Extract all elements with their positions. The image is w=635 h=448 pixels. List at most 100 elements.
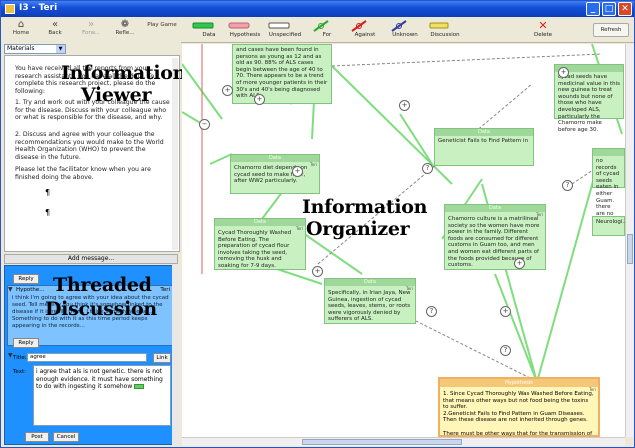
data-note[interactable]: Neurologi...: [592, 216, 625, 236]
forward-button[interactable]: » Forw...: [77, 19, 105, 41]
against-button[interactable]: Against: [347, 20, 383, 42]
back-label: Back: [48, 30, 62, 36]
message-type: Hypothe...: [16, 287, 45, 293]
reflect-icon: ❁: [120, 19, 130, 30]
back-icon: «: [51, 19, 59, 30]
collapse-arrow-icon[interactable]: ▼: [8, 352, 13, 359]
data-note[interactable]: no records of cycad seeds eaten in eithe…: [592, 148, 625, 237]
reply-button[interactable]: Reply: [13, 274, 39, 284]
unknown-button[interactable]: Unknown: [387, 20, 423, 42]
minimize-button[interactable]: _: [586, 2, 600, 16]
for-button[interactable]: For: [309, 20, 345, 42]
data-note[interactable]: and cases have been found in persons as …: [232, 44, 332, 104]
scroll-thumb[interactable]: [627, 234, 633, 264]
maximize-button[interactable]: □: [602, 2, 616, 16]
unknown-icon: [391, 20, 407, 32]
data-note[interactable]: Data Geneticist Fails to Find Pattern in: [434, 128, 534, 166]
discussion-overlay-label: Discussion: [45, 298, 157, 320]
note-text: Chamorro culture is a matrilineal societ…: [448, 216, 540, 269]
unknown-link-node[interactable]: ?: [562, 180, 573, 191]
hypothesis-author: Teri: [589, 387, 596, 392]
expand-arrow-icon[interactable]: ▼: [8, 286, 13, 293]
for-link-node[interactable]: +: [292, 166, 303, 177]
navigation-toolbar: ⌂ Home « Back » Forw... ❁ Refle... Play …: [3, 18, 179, 43]
message-textarea[interactable]: i agree that als is not genetic. there i…: [33, 365, 171, 426]
paragraph-mark-icon: ¶: [45, 208, 51, 217]
message-author: Teri: [160, 287, 170, 293]
against-link-node[interactable]: −: [199, 119, 210, 130]
data-icon: [192, 22, 214, 29]
paragraph-mark-icon: ¶: [45, 188, 51, 197]
home-button[interactable]: ⌂ Home: [7, 19, 35, 41]
unspecified-label: Unspecified: [268, 32, 302, 38]
post-button[interactable]: Post: [25, 432, 49, 442]
viewer-paragraph-3: 2. Discuss and agree with your colleague…: [15, 131, 164, 161]
app-icon: [5, 4, 15, 14]
unknown-link-node[interactable]: ?: [500, 345, 511, 356]
link-button[interactable]: Link: [153, 353, 171, 363]
data-note-cycad[interactable]: Data Teri Chamorro diet depends on cycad…: [230, 154, 320, 194]
title-bar[interactable]: I3 - Teri _ □ ✕: [1, 1, 634, 17]
discussion-button[interactable]: Discussion: [427, 20, 463, 42]
for-link-node[interactable]: +: [222, 85, 233, 96]
text-label: Text:: [13, 369, 26, 375]
window-title: I3 - Teri: [19, 3, 58, 13]
organizer-overlay-label: Organizer: [306, 218, 410, 240]
chevron-down-icon[interactable]: ▼: [56, 45, 65, 53]
data-label: Data: [202, 32, 216, 38]
reflect-button[interactable]: ❁ Refle...: [111, 19, 139, 41]
data-button[interactable]: Data: [191, 20, 227, 42]
note-author: Teri: [296, 226, 303, 231]
note-header: Data: [215, 219, 305, 226]
data-note-washed[interactable]: Data Teri Cycad Thoroughly Washed Before…: [214, 218, 306, 270]
reply-button-2[interactable]: Reply: [13, 338, 39, 348]
forward-icon: »: [87, 19, 95, 30]
scroll-thumb[interactable]: [302, 439, 462, 445]
close-button[interactable]: ✕: [618, 2, 632, 16]
add-message-button[interactable]: Add message...: [4, 254, 178, 264]
refresh-button[interactable]: Refresh: [593, 23, 629, 37]
for-icon: [313, 20, 329, 32]
for-link-node[interactable]: +: [254, 94, 265, 105]
information-viewer-overlay-label: Information Viewer: [61, 62, 187, 106]
forward-label: Forw...: [82, 30, 100, 36]
cancel-button[interactable]: Cancel: [53, 432, 79, 442]
unspecified-button[interactable]: Unspecified: [267, 20, 303, 42]
canvas-horizontal-scrollbar[interactable]: [182, 437, 625, 446]
information-organizer-canvas[interactable]: and cases have been found in persons as …: [182, 44, 625, 437]
title-input[interactable]: agree: [27, 353, 147, 362]
hypothesis-text: 1. Since Cycad Thoroughly Was Washed Bef…: [443, 391, 594, 437]
against-label: Against: [354, 32, 376, 38]
play-game-label: Play Game: [147, 22, 177, 28]
hypothesis-button[interactable]: Hypothesis: [227, 20, 263, 42]
note-header: Data: [435, 129, 533, 136]
note-header: Data: [231, 155, 319, 162]
materials-value: Materials: [7, 45, 35, 52]
materials-dropdown[interactable]: Materials ▼: [4, 44, 66, 54]
back-button[interactable]: « Back: [41, 19, 69, 41]
delete-button[interactable]: ✕ Delete: [525, 20, 561, 42]
for-link-node[interactable]: +: [514, 258, 525, 269]
app-window: I3 - Teri _ □ ✕ ⌂ Home « Back » Forw... …: [0, 0, 635, 448]
hypothesis-note[interactable]: Hypothesis Teri 1. Since Cycad Thoroughl…: [438, 377, 600, 437]
viewer-paragraph-4: Please let the facilitator know when you…: [15, 166, 151, 181]
data-note-irian[interactable]: Data Teri Specifically, in Irian Jaya, N…: [324, 278, 416, 324]
for-link-node[interactable]: +: [500, 306, 511, 317]
discussion-scrollbar[interactable]: [172, 265, 179, 445]
canvas-vertical-scrollbar[interactable]: [625, 44, 634, 437]
unknown-link-node[interactable]: ?: [422, 163, 433, 174]
note-header: Data: [445, 205, 545, 212]
unspecified-icon: [268, 22, 290, 29]
for-link-node[interactable]: +: [312, 266, 323, 277]
hypothesis-header: Hypothesis: [440, 379, 598, 387]
note-text: Cycad Thoroughly Washed Before Eating. T…: [218, 230, 292, 269]
for-link-node[interactable]: +: [399, 100, 410, 111]
viewer-scrollbar[interactable]: [172, 58, 178, 250]
for-link-node[interactable]: +: [558, 67, 569, 78]
play-game-button[interactable]: Play Game: [147, 19, 177, 41]
refresh-label: Refresh: [600, 27, 622, 33]
note-text: Chamorro diet depends on cycad seed to m…: [234, 165, 308, 185]
note-header: Data: [325, 279, 415, 286]
unknown-link-node[interactable]: ?: [426, 306, 437, 317]
data-note-chamorro[interactable]: Data Teri Chamorro culture is a matrilin…: [444, 204, 546, 270]
